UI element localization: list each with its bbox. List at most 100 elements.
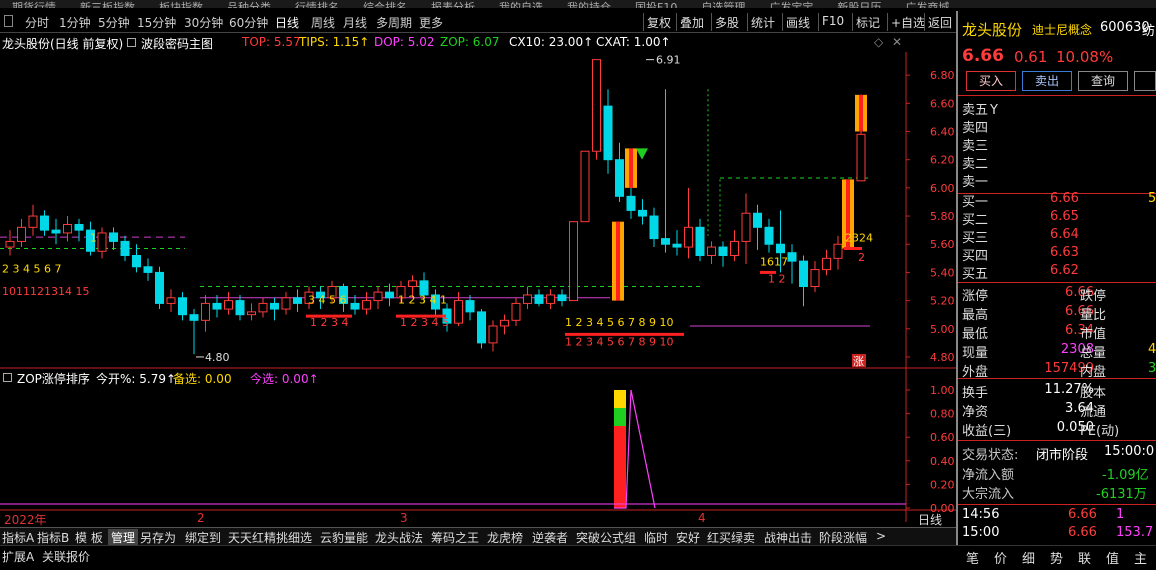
period-item[interactable]: 日线 xyxy=(275,14,299,31)
candle-body xyxy=(5,240,15,248)
top-menu-item[interactable]: 我的自选 xyxy=(487,2,555,8)
period-item[interactable]: 分时 xyxy=(25,14,49,31)
candle-body xyxy=(224,300,233,310)
top-menu-item[interactable]: 自选管理 xyxy=(689,2,757,8)
sequence-label: 3 4 5 6 xyxy=(308,293,346,306)
sequence-label: 1011121314 15 xyxy=(2,285,89,298)
period-item[interactable]: 60分钟 xyxy=(229,14,268,31)
period-item[interactable]: 5分钟 xyxy=(98,14,130,31)
top-menu-item[interactable]: 报表分析 xyxy=(419,2,487,8)
period-item[interactable]: 30分钟 xyxy=(184,14,223,31)
period-item[interactable]: 月线 xyxy=(343,14,367,31)
y-tick-label: 5.00 xyxy=(930,323,955,336)
period-label[interactable]: 日线 xyxy=(918,511,942,528)
close-icon[interactable]: ✕ xyxy=(892,35,902,49)
formula-tab[interactable]: 模 板 xyxy=(75,529,103,546)
stat-label: 流通 xyxy=(1080,405,1107,420)
candle-body xyxy=(557,294,567,302)
diamond-icon[interactable]: ◇ xyxy=(874,35,883,49)
y-tick-label: 0.60 xyxy=(930,431,955,444)
trade-status-label: 交易状态: xyxy=(962,448,1019,463)
top-menu-item[interactable]: 国投F10 xyxy=(623,2,689,8)
toolbar-button[interactable]: 标记 xyxy=(856,14,880,31)
top-menu-item[interactable]: 广发宝宝 xyxy=(757,2,825,8)
tab-value[interactable]: 值 xyxy=(1106,548,1119,567)
net-inflow-value: -1.09亿 xyxy=(1102,468,1149,483)
top-menu-item[interactable]: 品种分类 xyxy=(215,2,283,8)
period-item[interactable]: 多周期 xyxy=(376,14,412,31)
y-tick-label: 6.60 xyxy=(930,97,955,110)
candle-body xyxy=(580,150,590,223)
sell-level-row: 卖四 xyxy=(962,117,1156,136)
stat-label: 现量 xyxy=(962,346,989,361)
checkbox-icon[interactable] xyxy=(127,38,136,47)
y-tick-label: 0.80 xyxy=(930,408,955,421)
panel-toggle-icon[interactable] xyxy=(4,15,13,27)
formula-tab[interactable]: 突破公式组 xyxy=(576,529,636,546)
tab-trades[interactable]: 笔 xyxy=(966,548,979,567)
top-menu-item[interactable]: 我的持仓 xyxy=(555,2,623,8)
toolbar-button[interactable]: F10 xyxy=(822,14,844,28)
tick-volume: 1 xyxy=(1116,507,1125,522)
period-item[interactable]: 1分钟 xyxy=(59,14,91,31)
top-menu-item[interactable]: 新股日历 xyxy=(825,2,893,8)
formula-tab[interactable]: 安好 xyxy=(676,529,700,546)
tab-main[interactable]: 主 xyxy=(1134,548,1147,567)
formula-tab[interactable]: 另存为 xyxy=(140,529,176,546)
formula-tab[interactable]: 管理 xyxy=(108,529,139,546)
more-button[interactable] xyxy=(1134,71,1156,91)
formula-tab[interactable]: 天天红精挑细选 xyxy=(228,529,312,546)
stock-concept[interactable]: 迪士尼概念 xyxy=(1032,21,1092,38)
checkbox-icon[interactable] xyxy=(3,373,12,382)
top-menu-item[interactable]: 新三板指数 xyxy=(68,2,147,8)
formula-tab[interactable]: 临时 xyxy=(644,529,668,546)
tab-detail[interactable]: 细 xyxy=(1022,548,1035,567)
candle-body xyxy=(523,294,532,304)
toolbar-button[interactable]: 画线 xyxy=(786,14,810,31)
sell-button[interactable]: 卖出 xyxy=(1022,71,1072,91)
formula-tab[interactable]: 指标B xyxy=(37,529,69,546)
formula-tab[interactable]: 绑定到 xyxy=(185,529,221,546)
formula-tab[interactable]: 红买绿卖 xyxy=(707,529,755,546)
expand-a-button[interactable]: 扩展A xyxy=(2,548,34,565)
toolbar-button[interactable]: 多股 xyxy=(715,14,739,31)
formula-tab[interactable]: 逆袭者 xyxy=(532,529,568,546)
tab-linked[interactable]: 联 xyxy=(1078,548,1091,567)
toolbar-button[interactable]: 统计 xyxy=(751,14,775,31)
toolbar-button[interactable]: 返回 xyxy=(928,14,952,31)
sequence-label: 1 2 3 4 5 6 7 8 9 10 xyxy=(565,316,673,329)
formula-tab[interactable]: 阶段涨幅 xyxy=(819,529,867,546)
formula-tab[interactable]: 筹码之王 xyxy=(431,529,479,546)
kline-chart[interactable]: 6.80 6.60 6.40 6.20 6.00 5.80 5.60 5.40 5.20 5.00… xyxy=(0,52,956,522)
toolbar-button[interactable]: 复权 xyxy=(647,14,671,31)
top-menu-item[interactable]: 综合排名 xyxy=(351,2,419,8)
top-menu-item[interactable]: 板块指数 xyxy=(147,2,215,8)
period-item[interactable]: 15分钟 xyxy=(137,14,176,31)
candle-body xyxy=(293,297,302,304)
formula-tab[interactable]: 云豹量能 xyxy=(320,529,368,546)
related-quote-button[interactable]: 关联报价 xyxy=(42,548,90,565)
candle-body xyxy=(730,240,739,256)
top-menu-item[interactable]: 行情排名 xyxy=(283,2,351,8)
period-item[interactable]: 更多 xyxy=(419,14,443,31)
level-price: 6.64 xyxy=(1050,227,1079,242)
indicator-name[interactable]: 波段密码主图 xyxy=(141,35,213,52)
tab-price[interactable]: 价 xyxy=(994,548,1007,567)
period-item[interactable]: 周线 xyxy=(311,14,335,31)
indicator-title[interactable]: ZOP涨停排序 xyxy=(17,370,90,387)
formula-tab[interactable]: 龙头战法 xyxy=(375,529,423,546)
chart-title: 龙头股份(日线 前复权) xyxy=(2,37,124,51)
buy-button[interactable]: 买入 xyxy=(966,71,1016,91)
top-menu-item[interactable]: 期货行情 xyxy=(0,2,68,8)
toolbar-button[interactable]: 叠加 xyxy=(680,14,704,31)
candle-body xyxy=(856,133,866,182)
scroll-right-icon[interactable]: > xyxy=(876,529,886,543)
top-menu-item[interactable]: 广发商城 xyxy=(893,2,961,8)
tab-trend[interactable]: 势 xyxy=(1050,548,1063,567)
candle-body xyxy=(833,243,843,259)
formula-tab[interactable]: 龙虎榜 xyxy=(487,529,523,546)
formula-tab[interactable]: 指标A xyxy=(2,529,34,546)
toolbar-button[interactable]: +自选 xyxy=(891,14,925,31)
query-button[interactable]: 查询 xyxy=(1078,71,1128,91)
formula-tab[interactable]: 战神出击 xyxy=(764,529,812,546)
